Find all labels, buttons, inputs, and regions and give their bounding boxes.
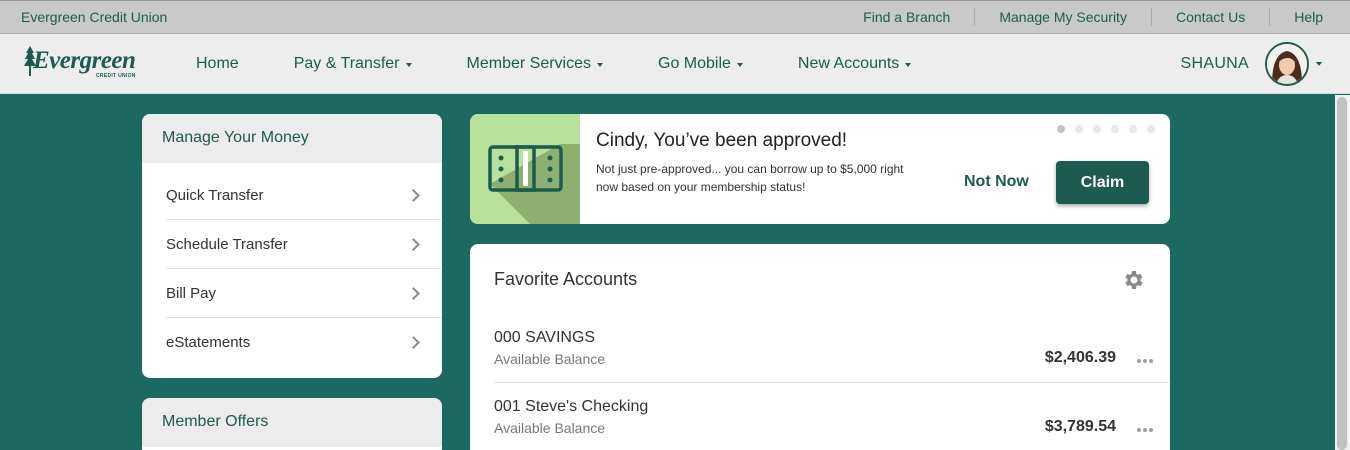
scrollbar-thumb[interactable] bbox=[1337, 97, 1347, 450]
account-divider bbox=[494, 382, 1170, 383]
page-scrollbar[interactable] bbox=[1335, 95, 1350, 450]
account-balance: $2,406.39 bbox=[1044, 349, 1116, 366]
bill-pay-link[interactable]: Bill Pay bbox=[166, 269, 442, 318]
carousel-dot-6[interactable] bbox=[1147, 125, 1155, 133]
quick-links-list: Quick Transfer Schedule Transfer Bill Pa… bbox=[142, 163, 442, 367]
user-menu[interactable]: SHAUNA bbox=[1181, 42, 1322, 86]
chevron-down-icon bbox=[1316, 62, 1322, 66]
account-row-savings[interactable]: 000 SAVINGS Available Balance $2,406.39 bbox=[494, 329, 1170, 398]
claim-button[interactable]: Claim bbox=[1056, 161, 1149, 204]
more-options-icon[interactable] bbox=[1135, 359, 1153, 363]
chevron-right-icon bbox=[407, 189, 420, 202]
avatar[interactable] bbox=[1265, 42, 1309, 86]
bill-pay-label: Bill Pay bbox=[166, 285, 217, 302]
manage-security-link[interactable]: Manage My Security bbox=[975, 8, 1152, 26]
nav-member-services[interactable]: Member Services bbox=[467, 55, 603, 73]
account-name: 000 SAVINGS bbox=[494, 329, 596, 346]
find-branch-link[interactable]: Find a Branch bbox=[839, 8, 976, 26]
user-name: SHAUNA bbox=[1180, 55, 1249, 72]
schedule-transfer-label: Schedule Transfer bbox=[166, 236, 288, 253]
nav-pay-transfer[interactable]: Pay & Transfer bbox=[294, 55, 412, 73]
nav-home[interactable]: Home bbox=[196, 55, 239, 73]
favorite-accounts-card: Favorite Accounts 000 SAVINGS Available … bbox=[470, 244, 1170, 450]
manage-money-title: Manage Your Money bbox=[142, 114, 442, 163]
nav-go-mobile[interactable]: Go Mobile bbox=[658, 55, 743, 73]
promo-body: Not just pre-approved... you can borrow … bbox=[596, 162, 904, 194]
evergreen-logo[interactable]: Evergreen CREDIT UNION bbox=[24, 45, 148, 83]
chevron-down-icon bbox=[905, 62, 912, 67]
logo-name: Evergreen bbox=[33, 47, 136, 74]
manage-money-card: Manage Your Money Quick Transfer Schedul… bbox=[142, 114, 442, 378]
main-navbar: Evergreen CREDIT UNION Home Pay & Transf… bbox=[0, 34, 1350, 94]
money-bill-icon bbox=[488, 144, 580, 224]
chevron-right-icon bbox=[407, 238, 420, 251]
contact-us-link[interactable]: Contact Us bbox=[1152, 8, 1271, 26]
promo-illustration bbox=[470, 114, 580, 224]
member-offers-title: Member Offers bbox=[142, 398, 442, 447]
nav-home-label: Home bbox=[196, 55, 239, 72]
chevron-down-icon bbox=[597, 62, 603, 67]
schedule-transfer-link[interactable]: Schedule Transfer bbox=[166, 220, 442, 269]
chevron-down-icon bbox=[405, 62, 412, 67]
utility-bar: Evergreen Credit Union Find a Branch Man… bbox=[0, 0, 1350, 34]
logo-subtitle: CREDIT UNION bbox=[96, 73, 136, 79]
promo-title: Cindy, You’ve been approved! bbox=[596, 130, 848, 151]
quick-transfer-label: Quick Transfer bbox=[166, 187, 264, 204]
utility-links: Find a Branch Manage My Security Contact… bbox=[839, 1, 1350, 33]
help-link[interactable]: Help bbox=[1270, 8, 1350, 26]
quick-transfer-link[interactable]: Quick Transfer bbox=[166, 171, 442, 220]
carousel-dot-3[interactable] bbox=[1093, 125, 1101, 133]
more-options-icon[interactable] bbox=[1135, 428, 1153, 432]
loan-promo-card: Cindy, You’ve been approved! Not just pr… bbox=[470, 114, 1170, 224]
carousel-dot-1[interactable] bbox=[1057, 125, 1065, 133]
account-name: 001 Steve's Checking bbox=[494, 398, 649, 415]
estatements-label: eStatements bbox=[166, 334, 251, 351]
nav-new-accounts[interactable]: New Accounts bbox=[797, 55, 912, 73]
nav-menu: Home Pay & Transfer Member Services Go M… bbox=[196, 34, 966, 94]
carousel-dot-4[interactable] bbox=[1111, 125, 1119, 133]
favorite-accounts-title: Favorite Accounts bbox=[494, 269, 638, 289]
account-balance: $3,789.54 bbox=[1044, 418, 1116, 435]
carousel-dot-2[interactable] bbox=[1075, 125, 1083, 133]
utility-brand-text: Evergreen Credit Union bbox=[21, 9, 168, 25]
chevron-right-icon bbox=[407, 287, 420, 300]
not-now-button[interactable]: Not Now bbox=[964, 173, 1029, 191]
gear-icon[interactable] bbox=[1122, 268, 1146, 292]
chevron-right-icon bbox=[407, 336, 420, 349]
carousel-dot-5[interactable] bbox=[1129, 125, 1137, 133]
nav-new-accounts-label: New Accounts bbox=[797, 55, 900, 72]
nav-go-mobile-label: Go Mobile bbox=[658, 55, 731, 72]
account-row-checking[interactable]: 001 Steve's Checking Available Balance $… bbox=[494, 398, 1170, 450]
nav-member-services-label: Member Services bbox=[466, 55, 591, 72]
member-offers-card: Member Offers bbox=[142, 398, 442, 450]
carousel-dots bbox=[1057, 125, 1165, 133]
estatements-link[interactable]: eStatements bbox=[166, 318, 442, 367]
nav-pay-transfer-label: Pay & Transfer bbox=[293, 55, 400, 72]
account-balance-label: Available Balance bbox=[494, 351, 606, 367]
account-balance-label: Available Balance bbox=[494, 420, 606, 436]
user-photo-icon bbox=[1267, 44, 1307, 84]
chevron-down-icon bbox=[736, 62, 743, 67]
